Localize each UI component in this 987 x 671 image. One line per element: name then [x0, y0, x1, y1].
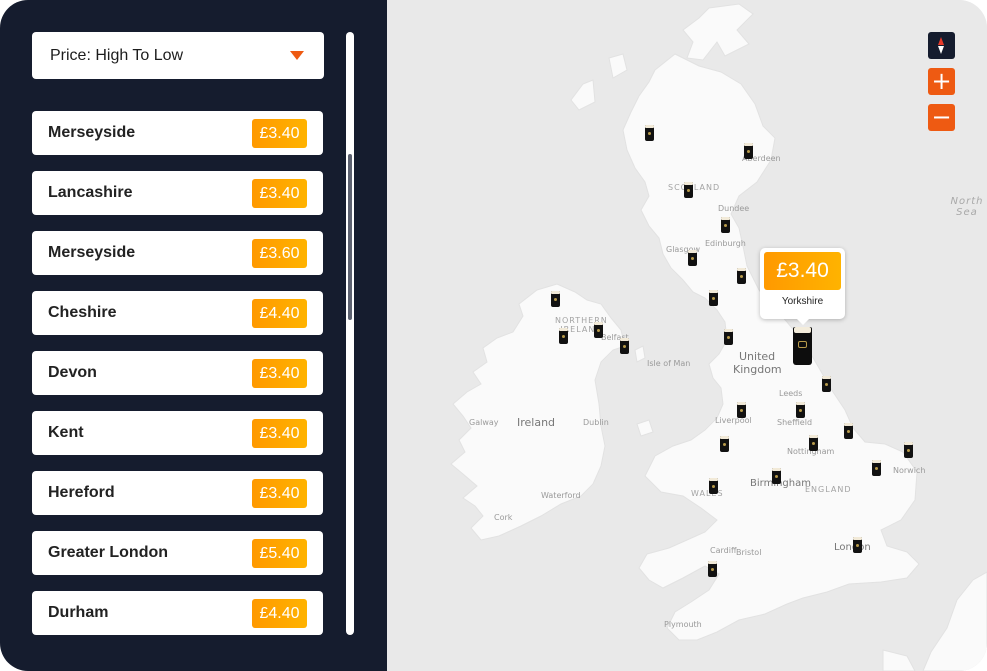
pint-map-pin[interactable]: [872, 460, 881, 476]
pint-map-pin[interactable]: [724, 329, 733, 345]
map-label-waterford: Waterford: [541, 491, 581, 500]
location-name: Hereford: [48, 484, 115, 501]
pint-map-pin[interactable]: [684, 182, 693, 198]
scrollbar-thumb[interactable]: [348, 154, 352, 320]
price-badge: £4.40: [252, 299, 307, 328]
pint-map-pin[interactable]: [809, 435, 818, 451]
map-base: [387, 0, 987, 671]
pint-map-pin[interactable]: [796, 402, 805, 418]
map-label-liverpool: Liverpool: [715, 416, 752, 425]
pint-map-pin[interactable]: [720, 436, 729, 452]
map-label-leeds: Leeds: [779, 389, 803, 398]
map-label-bristol: Bristol: [736, 548, 762, 557]
map-label-cork: Cork: [494, 513, 513, 522]
app-window: Price: High To Low Merseyside £3.40 Lanc…: [0, 0, 987, 671]
map-label-isle-of-man: Isle of Man: [647, 359, 691, 368]
map-label-norwich: Norwich: [893, 466, 926, 475]
map-label-sheffield: Sheffield: [777, 418, 813, 427]
location-name: Kent: [48, 424, 84, 441]
list-item[interactable]: Lancashire £3.40: [32, 171, 323, 215]
price-badge: £4.40: [252, 599, 307, 628]
pint-map-pin[interactable]: [688, 250, 697, 266]
map-label-england: ENGLAND: [805, 485, 852, 494]
price-badge: £3.40: [252, 359, 307, 388]
map-view[interactable]: North Sea United Kingdom Ireland SCOTLAND…: [387, 0, 987, 671]
list-item[interactable]: Hereford £3.40: [32, 471, 323, 515]
pint-map-pin[interactable]: [709, 290, 718, 306]
map-label-wales: WALES: [691, 489, 724, 498]
list-scrollbar[interactable]: [346, 32, 354, 635]
location-popup[interactable]: £3.40 Yorkshire: [760, 248, 845, 325]
price-badge: £3.40: [252, 179, 307, 208]
price-badge: £3.40: [252, 479, 307, 508]
popup-price-badge: £3.40: [764, 252, 841, 290]
location-name: Cheshire: [48, 304, 117, 321]
pint-map-pin[interactable]: [737, 402, 746, 418]
list-item[interactable]: Devon £3.40: [32, 351, 323, 395]
list-item[interactable]: Durham £4.40: [32, 591, 323, 635]
pint-map-pin[interactable]: [551, 291, 560, 307]
map-label-scotland: SCOTLAND: [668, 183, 721, 192]
pint-map-pin[interactable]: [559, 328, 568, 344]
popup-location-label: Yorkshire: [781, 296, 824, 307]
map-label-plymouth: Plymouth: [664, 620, 702, 629]
sidebar: Price: High To Low Merseyside £3.40 Lanc…: [0, 0, 387, 671]
price-badge: £3.40: [252, 119, 307, 148]
map-label-cardiff: Cardiff: [710, 546, 737, 555]
pint-map-pin[interactable]: [737, 268, 746, 284]
pint-map-pin[interactable]: [853, 537, 862, 553]
pint-map-pin[interactable]: [721, 217, 730, 233]
pint-map-pin[interactable]: [844, 423, 853, 439]
location-name: Lancashire: [48, 184, 133, 201]
list-item[interactable]: Cheshire £4.40: [32, 291, 323, 335]
price-badge: £5.40: [252, 539, 307, 568]
price-badge: £3.40: [252, 419, 307, 448]
pint-map-pin[interactable]: [772, 468, 781, 484]
map-label-dublin: Dublin: [583, 418, 609, 427]
sort-dropdown-label: Price: High To Low: [50, 46, 184, 64]
location-name: Greater London: [48, 544, 169, 561]
price-badge: £3.60: [252, 239, 307, 268]
pint-map-pin[interactable]: [709, 478, 718, 494]
caret-down-icon: [290, 51, 304, 60]
pint-map-pin[interactable]: [594, 322, 603, 338]
pint-map-pin[interactable]: [744, 143, 753, 159]
map-label-ireland: Ireland: [517, 416, 556, 429]
zoom-out-button[interactable]: −: [928, 104, 955, 131]
location-name: Devon: [48, 364, 97, 381]
list-item[interactable]: Greater London £5.40: [32, 531, 323, 575]
pint-map-pin[interactable]: [645, 125, 654, 141]
pint-map-pin[interactable]: [822, 376, 831, 392]
compass-icon[interactable]: [928, 32, 955, 59]
map-label-galway: Galway: [469, 418, 499, 427]
sort-dropdown[interactable]: Price: High To Low: [32, 32, 324, 79]
map-label-north-sea: North Sea: [950, 196, 984, 218]
selected-pint-map-pin[interactable]: [793, 327, 812, 365]
pint-map-pin[interactable]: [708, 561, 717, 577]
zoom-in-button[interactable]: +: [928, 68, 955, 95]
map-label-edinburgh: Edinburgh: [705, 239, 746, 248]
location-name: Durham: [48, 604, 109, 621]
list-item[interactable]: Merseyside £3.60: [32, 231, 323, 275]
popup-pointer: [797, 319, 809, 325]
location-name: Merseyside: [48, 244, 136, 261]
map-label-united-kingdom: United Kingdom: [733, 350, 782, 376]
location-name: Merseyside: [48, 124, 136, 141]
pint-map-pin[interactable]: [904, 442, 913, 458]
pint-map-pin[interactable]: [620, 338, 629, 354]
list-item[interactable]: Kent £3.40: [32, 411, 323, 455]
list-item[interactable]: Merseyside £3.40: [32, 111, 323, 155]
map-label-dundee: Dundee: [718, 204, 750, 213]
